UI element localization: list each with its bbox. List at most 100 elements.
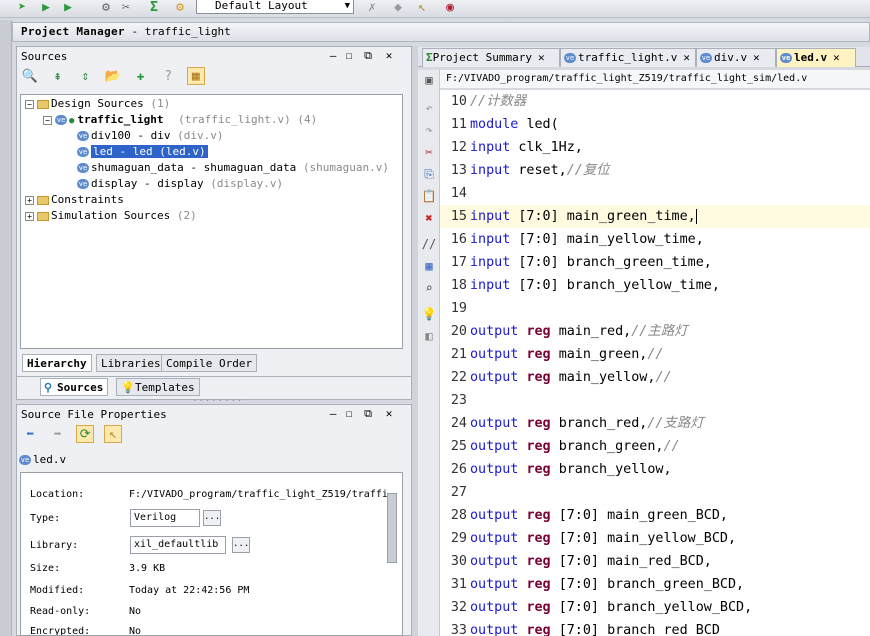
code-line[interactable]: 23 (440, 389, 870, 412)
pointer-icon[interactable]: ↖ (103, 425, 122, 443)
sync-icon[interactable]: ⟳ (76, 425, 95, 443)
code-line[interactable]: 10//计数器 (440, 90, 870, 113)
undo-icon[interactable]: ↶ (421, 100, 437, 116)
float-icon[interactable]: ⧉ (362, 407, 374, 421)
tree-item-simulation-sources[interactable]: + Simulation Sources (2) (25, 208, 197, 224)
tab-project-summary[interactable]: ΣProject Summary ✕ (422, 48, 560, 67)
code-line[interactable]: 33 output reg [7:0] branch_red_BCD (440, 619, 870, 636)
tree-item-led[interactable]: ve led - led (led.v) (77, 144, 208, 160)
properties-scrollbar[interactable] (387, 493, 397, 563)
code-line[interactable]: 27 (440, 481, 870, 504)
code-line[interactable]: 29 output reg [7:0] main_yellow_BCD, (440, 527, 870, 550)
code-line[interactable]: 19 (440, 297, 870, 320)
collapse-icon[interactable]: − (43, 115, 52, 125)
collapse-all-icon[interactable]: ⇞ (49, 68, 67, 86)
tab-templates-label: Templates (135, 381, 195, 394)
code-line[interactable]: 21 output reg main_green,// (440, 343, 870, 366)
float-icon[interactable]: ⧉ (362, 49, 374, 63)
tab-compile-order[interactable]: Compile Order (161, 354, 258, 372)
save-icon[interactable]: ▣ (421, 72, 437, 88)
open-folder-icon[interactable]: 📂 (104, 68, 122, 86)
maximize-icon[interactable]: ☐ (343, 49, 355, 63)
code-line[interactable]: 18 input [7:0] branch_yellow_time, (440, 274, 870, 297)
close-icon[interactable]: ✕ (383, 407, 395, 421)
sum-icon[interactable]: Σ (146, 0, 162, 15)
expand-icon[interactable]: + (25, 211, 34, 221)
tab-led[interactable]: ve led.v ✕ (776, 48, 856, 67)
settings-icon[interactable]: ⚙ (98, 0, 114, 15)
resize-grip[interactable]: ........ (192, 394, 243, 404)
help-icon[interactable]: ◉ (442, 0, 458, 15)
code-line[interactable]: 16 input [7:0] main_yellow_time, (440, 228, 870, 251)
tab-sources[interactable]: ⚲ Sources (40, 378, 109, 396)
run-icon[interactable]: ▶ (38, 0, 54, 15)
delete-icon[interactable]: ✖ (421, 210, 437, 226)
forward-arrow-icon[interactable]: ➡ (49, 426, 67, 444)
code-line[interactable]: 14 (440, 182, 870, 205)
collapse-icon[interactable]: − (25, 99, 34, 109)
minimize-icon[interactable]: — (327, 49, 339, 63)
close-icon[interactable]: ✕ (753, 51, 760, 64)
library-field[interactable]: xil_defaultlib (130, 536, 226, 554)
code-line[interactable]: 17 input [7:0] branch_green_time, (440, 251, 870, 274)
code-line[interactable]: 24 output reg branch_red,//支路灯 (440, 412, 870, 435)
code-line[interactable]: 30 output reg [7:0] main_red_BCD, (440, 550, 870, 573)
code-editor[interactable]: 10//计数器 11 module led(12 input clk_1Hz, 13 in… (440, 90, 870, 636)
diamond-icon[interactable]: ◆ (390, 0, 406, 15)
paste-icon[interactable]: 📋 (421, 188, 437, 204)
code-line[interactable]: 28 output reg [7:0] main_green_BCD, (440, 504, 870, 527)
code-line[interactable]: 26 output reg branch_yellow, (440, 458, 870, 481)
expand-icon[interactable]: + (25, 195, 34, 205)
cut-icon[interactable]: ✂ (421, 144, 437, 160)
code-line[interactable]: 32 output reg [7:0] branch_yellow_BCD, (440, 596, 870, 619)
layout-dropdown[interactable]: Default Layout ▼ (196, 0, 354, 14)
tools-icon[interactable]: ✂ (118, 0, 134, 15)
pointer-icon[interactable]: ↖ (414, 0, 430, 15)
code-line[interactable]: 22 output reg main_yellow,// (440, 366, 870, 389)
block-select-icon[interactable]: ▦ (421, 258, 437, 274)
hierarchy-icon[interactable]: ▦ (186, 67, 205, 85)
tree-item-design-sources[interactable]: − Design Sources (1) (25, 96, 170, 112)
code-line[interactable]: 13 input reset,//复位 (440, 159, 870, 182)
search-icon[interactable]: 🔍 (21, 68, 39, 86)
tree-item-div100[interactable]: ve div100 - div (div.v) (77, 128, 223, 144)
tab-templates[interactable]: 💡 Templates (116, 378, 200, 396)
code-line[interactable]: 11 module led( (440, 113, 870, 136)
tree-item-display[interactable]: ve display - display (display.v) (77, 176, 283, 192)
close-icon[interactable]: ✕ (683, 51, 690, 64)
type-field[interactable]: Verilog (130, 509, 200, 527)
pin-icon[interactable]: ✗ (364, 0, 380, 15)
code-line[interactable]: 15 input [7:0] main_green_time, (440, 205, 870, 228)
copy-icon[interactable]: ⎘ (421, 166, 437, 182)
tab-div[interactable]: ve div.v ✕ (696, 48, 776, 67)
code-line[interactable]: 25 output reg branch_green,// (440, 435, 870, 458)
tab-hierarchy[interactable]: Hierarchy (22, 354, 92, 372)
tree-item-shumaguan[interactable]: ve shumaguan_data - shumaguan_data (shuma… (77, 160, 389, 176)
maximize-icon[interactable]: ☐ (343, 407, 355, 421)
expand-all-icon[interactable]: ⇕ (76, 68, 94, 86)
close-icon[interactable]: ✕ (538, 51, 545, 64)
run-all-icon[interactable]: ➤ (14, 0, 30, 15)
find-icon[interactable]: ⌕ (421, 280, 437, 296)
step-icon[interactable]: ▶ (60, 0, 76, 15)
tab-libraries[interactable]: Libraries (96, 354, 166, 372)
code-line[interactable]: 12 input clk_1Hz, (440, 136, 870, 159)
close-icon[interactable]: ✕ (833, 51, 840, 64)
bookmark-icon[interactable]: ◧ (421, 328, 437, 344)
type-browse-button[interactable]: ... (203, 510, 221, 526)
library-browse-button[interactable]: ... (232, 537, 250, 553)
gear-icon[interactable]: ⚙ (172, 0, 188, 15)
tree-item-constraints[interactable]: + Constraints (25, 192, 124, 208)
code-line[interactable]: 20 output reg main_red,//主路灯 (440, 320, 870, 343)
code-line[interactable]: 31 output reg [7:0] branch_green_BCD, (440, 573, 870, 596)
tab-traffic-light[interactable]: ve traffic_light.v ✕ (560, 48, 696, 67)
back-arrow-icon[interactable]: ⬅ (21, 426, 39, 444)
comment-icon[interactable]: // (421, 236, 437, 252)
add-sources-icon[interactable]: ✚ (132, 68, 150, 86)
document-icon[interactable]: ? (159, 68, 177, 86)
minimize-icon[interactable]: — (327, 407, 339, 421)
close-icon[interactable]: ✕ (383, 49, 395, 63)
lightbulb-icon[interactable]: 💡 (421, 306, 437, 322)
redo-icon[interactable]: ↷ (421, 122, 437, 138)
tree-item-top-module[interactable]: − ve ● traffic_light (traffic_light.v) (4) (43, 112, 317, 128)
